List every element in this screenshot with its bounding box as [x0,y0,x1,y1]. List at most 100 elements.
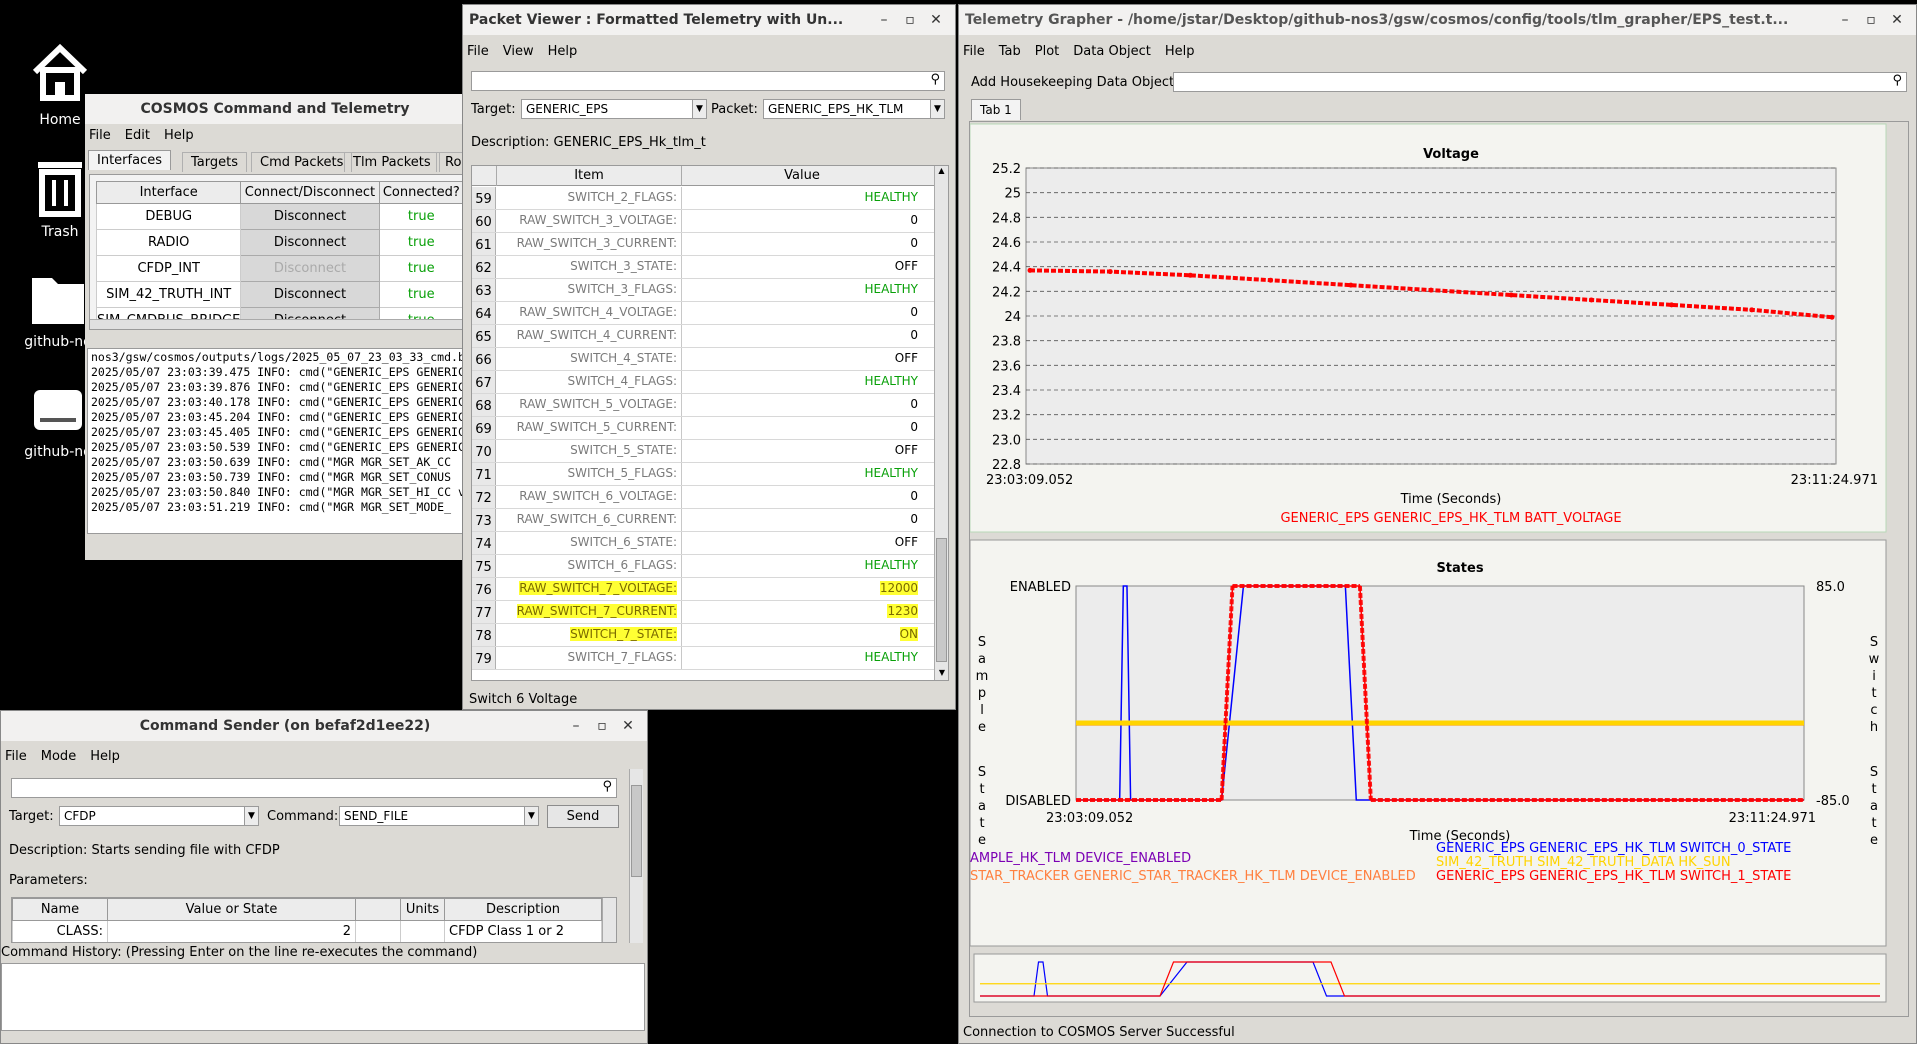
table-row[interactable]: 59 SWITCH_2_FLAGS: HEALTHY [472,187,942,210]
vertical-scrollbar[interactable] [602,898,616,942]
close-icon[interactable]: ✕ [615,718,641,734]
command-history-input[interactable] [1,963,645,1031]
table-row[interactable]: 78 SWITCH_7_STATE: ON [472,624,942,647]
command-sender-titlebar[interactable]: Command Sender (on befaf2d1ee22) – ▫ ✕ [1,711,647,741]
table-row[interactable]: 79 SWITCH_7_FLAGS: HEALTHY [472,647,942,670]
window-title: Command Sender (on befaf2d1ee22) [139,718,431,734]
command-select[interactable]: SEND_FILE ▼ [339,806,539,826]
telemetry-value: ON [682,624,922,646]
vertical-scrollbar[interactable] [629,769,643,943]
table-row[interactable]: 65 RAW_SWITCH_4_CURRENT: 0 [472,325,942,348]
scroll-up-icon[interactable]: ▲ [935,166,948,180]
tab-1[interactable]: Tab 1 [971,99,1021,120]
table-row[interactable]: 77 RAW_SWITCH_7_CURRENT: 1230 [472,601,942,624]
packet-viewer-titlebar[interactable]: Packet Viewer : Formatted Telemetry with… [463,5,955,35]
menu-tab[interactable]: Tab [999,44,1021,59]
telemetry-value-text: HEALTHY [864,650,918,664]
voltage-ytick-label: 23.2 [992,409,1021,424]
tab-cmd-packets[interactable]: Cmd Packets [251,152,353,172]
packet-select[interactable]: GENERIC_EPS_HK_TLM ▼ [763,99,945,119]
add-data-object-input[interactable]: ⚲ [1173,72,1907,92]
search-input[interactable]: ⚲ [471,71,945,91]
table-row[interactable]: 71 SWITCH_5_FLAGS: HEALTHY [472,463,942,486]
table-row[interactable]: 61 RAW_SWITCH_3_CURRENT: 0 [472,233,942,256]
maximize-icon[interactable]: ▫ [1858,12,1884,28]
table-row: CFDP_INT Disconnect true [95,255,464,282]
table-row[interactable]: 76 RAW_SWITCH_7_VOLTAGE: 12000 [472,578,942,601]
table-row[interactable]: 67 SWITCH_4_FLAGS: HEALTHY [472,371,942,394]
disconnect-button[interactable]: Disconnect [240,203,380,230]
voltage-ytick-label: 23.4 [992,384,1021,399]
search-icon: ⚲ [930,72,940,87]
menu-file[interactable]: File [5,749,27,764]
states-left-ylabel-char: p [978,686,986,701]
connected-status: true [378,281,464,308]
col-item: Item [496,166,682,186]
table-row[interactable]: 70 SWITCH_5_STATE: OFF [472,440,942,463]
table-row[interactable]: 64 RAW_SWITCH_4_VOLTAGE: 0 [472,302,942,325]
tab-targets[interactable]: Targets [182,152,247,172]
table-row[interactable]: 73 RAW_SWITCH_6_CURRENT: 0 [472,509,942,532]
menu-view[interactable]: View [503,44,534,59]
menu-file[interactable]: File [467,44,489,59]
telemetry-value-text: HEALTHY [864,282,918,296]
disconnect-button[interactable]: Disconnect [240,229,380,256]
tab-tlm-packets[interactable]: Tlm Packets [344,152,440,172]
table-row[interactable]: 72 RAW_SWITCH_6_VOLTAGE: 0 [472,486,942,509]
log-line: 2025/05/07 23:03:50.539 INFO: cmd("GENER… [91,440,465,454]
search-input[interactable]: ⚲ [11,778,617,798]
scroll-thumb[interactable] [631,785,642,877]
menu-plot[interactable]: Plot [1035,44,1060,59]
cosmos-ct-titlebar[interactable]: COSMOS Command and Telemetry [85,94,465,124]
disconnect-button[interactable]: Disconnect [240,281,380,308]
telemetry-item-label: RAW_SWITCH_4_VOLTAGE: [519,305,677,319]
table-row[interactable]: 63 SWITCH_3_FLAGS: HEALTHY [472,279,942,302]
table-row[interactable]: 68 RAW_SWITCH_5_VOLTAGE: 0 [472,394,942,417]
table-row[interactable]: 62 SWITCH_3_STATE: OFF [472,256,942,279]
table-row[interactable]: 75 SWITCH_6_FLAGS: HEALTHY [472,555,942,578]
tab-routers[interactable]: Ro [436,152,465,172]
menu-data-object[interactable]: Data Object [1073,44,1151,59]
table-row[interactable]: 60 RAW_SWITCH_3_VOLTAGE: 0 [472,210,942,233]
send-button[interactable]: Send [547,805,619,828]
command-description: Description: Starts sending file with CF… [9,843,280,858]
voltage-ytick-label: 25 [1004,187,1021,202]
target-select[interactable]: CFDP ▼ [59,806,259,826]
param-blank [355,920,401,942]
scroll-down-icon[interactable]: ▼ [935,668,948,680]
table-row[interactable]: 69 RAW_SWITCH_5_CURRENT: 0 [472,417,942,440]
parameters-label: Parameters: [9,873,88,888]
target-label: Target: [471,102,516,117]
telemetry-grapher-titlebar[interactable]: Telemetry Grapher - /home/jstar/Desktop/… [959,5,1916,35]
target-value: GENERIC_EPS [526,102,609,116]
states-right-ylabel-char: S [1870,635,1878,650]
scroll-thumb[interactable] [936,538,947,662]
menu-help[interactable]: Help [548,44,578,59]
menu-help[interactable]: Help [90,749,120,764]
maximize-icon[interactable]: ▫ [589,718,615,734]
close-icon[interactable]: ✕ [1884,12,1910,28]
vertical-scrollbar[interactable]: ▲ ▼ [934,166,948,680]
minimize-icon[interactable]: – [563,718,589,734]
table-row[interactable]: 66 SWITCH_4_STATE: OFF [472,348,942,371]
menu-mode[interactable]: Mode [41,749,76,764]
voltage-data-point [1348,282,1354,288]
telemetry-value: OFF [682,256,922,278]
target-select[interactable]: GENERIC_EPS ▼ [521,99,707,119]
menu-help[interactable]: Help [1165,44,1195,59]
close-icon[interactable]: ✕ [923,12,949,28]
menu-file[interactable]: File [89,128,111,143]
menu-help[interactable]: Help [164,128,194,143]
telemetry-item-label: SWITCH_4_FLAGS: [567,374,677,388]
horizontal-scrollbar[interactable] [90,319,464,329]
minimize-icon[interactable]: – [1832,12,1858,28]
minimize-icon[interactable]: – [871,12,897,28]
telemetry-value-text: HEALTHY [864,190,918,204]
maximize-icon[interactable]: ▫ [897,12,923,28]
menu-edit[interactable]: Edit [125,128,150,143]
table-row[interactable]: 74 SWITCH_6_STATE: OFF [472,532,942,555]
param-value-input[interactable]: 2 [107,920,356,942]
menu-file[interactable]: File [963,44,985,59]
col-blank [355,898,401,921]
tab-interfaces[interactable]: Interfaces [88,150,171,170]
